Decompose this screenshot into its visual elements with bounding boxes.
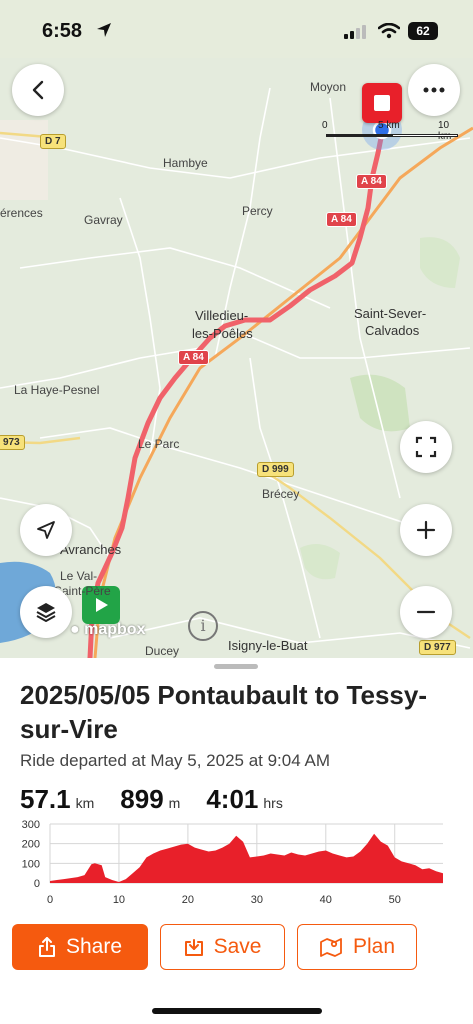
elevation-unit: m <box>168 795 181 811</box>
layers-icon <box>36 603 56 622</box>
duration-stat: 4:01 hrs <box>206 784 283 815</box>
chart-xtick-label: 50 <box>389 894 401 906</box>
ellipsis-icon <box>423 87 445 93</box>
place-label: Villedieu- <box>195 308 249 323</box>
map-layers-button[interactable] <box>20 586 72 638</box>
road-badge: D 999 <box>257 462 294 477</box>
plan-label: Plan <box>352 935 396 958</box>
place-label: Moyon <box>310 80 347 94</box>
stop-icon <box>374 95 390 111</box>
place-label: Ducey <box>145 644 180 658</box>
place-label: Le Val- <box>60 569 98 583</box>
chart-ytick-label: 300 <box>22 819 40 831</box>
route-end-marker[interactable] <box>362 83 402 123</box>
status-bar: 6:58 62 <box>0 0 473 58</box>
place-label: Saint-Sever- <box>354 306 427 321</box>
duration-unit: hrs <box>263 795 283 811</box>
minus-icon <box>416 610 436 614</box>
map-scale: 0 5 km 10 km <box>322 120 462 148</box>
chart-xtick-label: 40 <box>320 894 332 906</box>
chevron-left-icon <box>32 80 44 100</box>
mapbox-logo[interactable]: ● mapbox <box>70 621 145 639</box>
ride-stats: 57.1 km 899 m 4:01 hrs <box>20 784 309 815</box>
save-label: Save <box>213 935 262 958</box>
download-icon <box>184 939 203 956</box>
more-options-button[interactable] <box>408 64 460 116</box>
cellular-signal-icon <box>344 25 368 44</box>
zoom-out-button[interactable] <box>400 586 452 638</box>
chart-ytick-label: 100 <box>22 858 40 870</box>
place-label: Calvados <box>365 323 420 338</box>
road-badge: A 84 <box>326 212 357 227</box>
play-icon <box>96 598 108 612</box>
share-icon <box>38 937 55 957</box>
place-label: Isigny-le-Buat <box>228 638 308 653</box>
chart-ytick-label: 0 <box>34 878 40 890</box>
plan-button[interactable]: Plan <box>297 924 417 970</box>
place-label: Avranches <box>60 542 122 557</box>
chart-ytick-label: 200 <box>22 839 40 851</box>
distance-value: 57.1 <box>20 784 71 814</box>
road-badge: A 84 <box>356 174 387 189</box>
place-label: Gavray <box>84 213 123 227</box>
elevation-stat: 899 m <box>120 784 180 815</box>
duration-value: 4:01 <box>206 784 259 814</box>
status-time: 6:58 <box>42 20 83 42</box>
zoom-in-button[interactable] <box>400 504 452 556</box>
elevation-value: 899 <box>120 784 164 814</box>
sheet-drag-handle[interactable] <box>214 664 258 669</box>
scale-zero-label: 0 <box>322 120 328 131</box>
place-label: Brécey <box>262 487 300 501</box>
chart-xtick-label: 0 <box>47 894 53 906</box>
scale-bar-segment <box>392 134 458 137</box>
road-badge: A 84 <box>178 350 209 365</box>
road-badge: 973 <box>0 435 25 450</box>
ride-details-sheet: 2025/05/05 Pontaubault to Tessy-sur-Vire… <box>0 658 473 1024</box>
share-button[interactable]: Share <box>12 924 148 970</box>
ride-title: 2025/05/05 Pontaubault to Tessy-sur-Vire <box>20 680 427 744</box>
map-pin-icon <box>320 938 342 957</box>
location-services-icon <box>96 22 112 43</box>
place-label: les-Poêles <box>192 326 253 341</box>
elevation-chart[interactable]: 0 100 200 300 0 10 20 30 40 50 <box>0 818 473 913</box>
fullscreen-button[interactable] <box>400 421 452 473</box>
chart-xtick-label: 30 <box>251 894 263 906</box>
place-label: érences <box>0 206 43 220</box>
plus-icon <box>416 520 436 540</box>
home-indicator <box>152 1008 322 1014</box>
action-bar: Share Save Plan <box>12 924 462 970</box>
fullscreen-icon <box>415 436 437 458</box>
chart-xtick-label: 20 <box>182 894 194 906</box>
map-base <box>0 87 473 658</box>
route-map[interactable]: Moyon Hambye érences Gavray Percy Villed… <box>0 58 473 658</box>
elevation-area <box>50 833 443 883</box>
chart-xtick-label: 10 <box>113 894 125 906</box>
locate-button[interactable] <box>20 504 72 556</box>
scale-end-label: 10 km <box>438 120 451 142</box>
place-label: Le Parc <box>138 437 180 451</box>
wifi-icon <box>377 22 401 44</box>
share-label: Share <box>65 935 123 958</box>
back-button[interactable] <box>12 64 64 116</box>
battery-icon: 62 <box>408 22 438 40</box>
place-label: Percy <box>242 204 273 218</box>
save-button[interactable]: Save <box>160 924 285 970</box>
distance-stat: 57.1 km <box>20 784 94 815</box>
mapbox-wordmark: mapbox <box>84 621 146 638</box>
location-arrow-icon <box>37 521 55 539</box>
scale-mid-label: 5 km <box>378 120 400 131</box>
road-badge: D 7 <box>40 134 66 149</box>
place-label: Hambye <box>163 156 208 170</box>
distance-unit: km <box>75 795 95 811</box>
mapbox-mark-icon: ● <box>70 621 80 638</box>
attribution-info-button[interactable]: i <box>188 611 218 641</box>
road-badge: D 977 <box>419 640 456 655</box>
ride-departure-text: Ride departed at May 5, 2025 at 9:04 AM <box>20 751 330 770</box>
place-label: La Haye-Pesnel <box>14 383 100 397</box>
